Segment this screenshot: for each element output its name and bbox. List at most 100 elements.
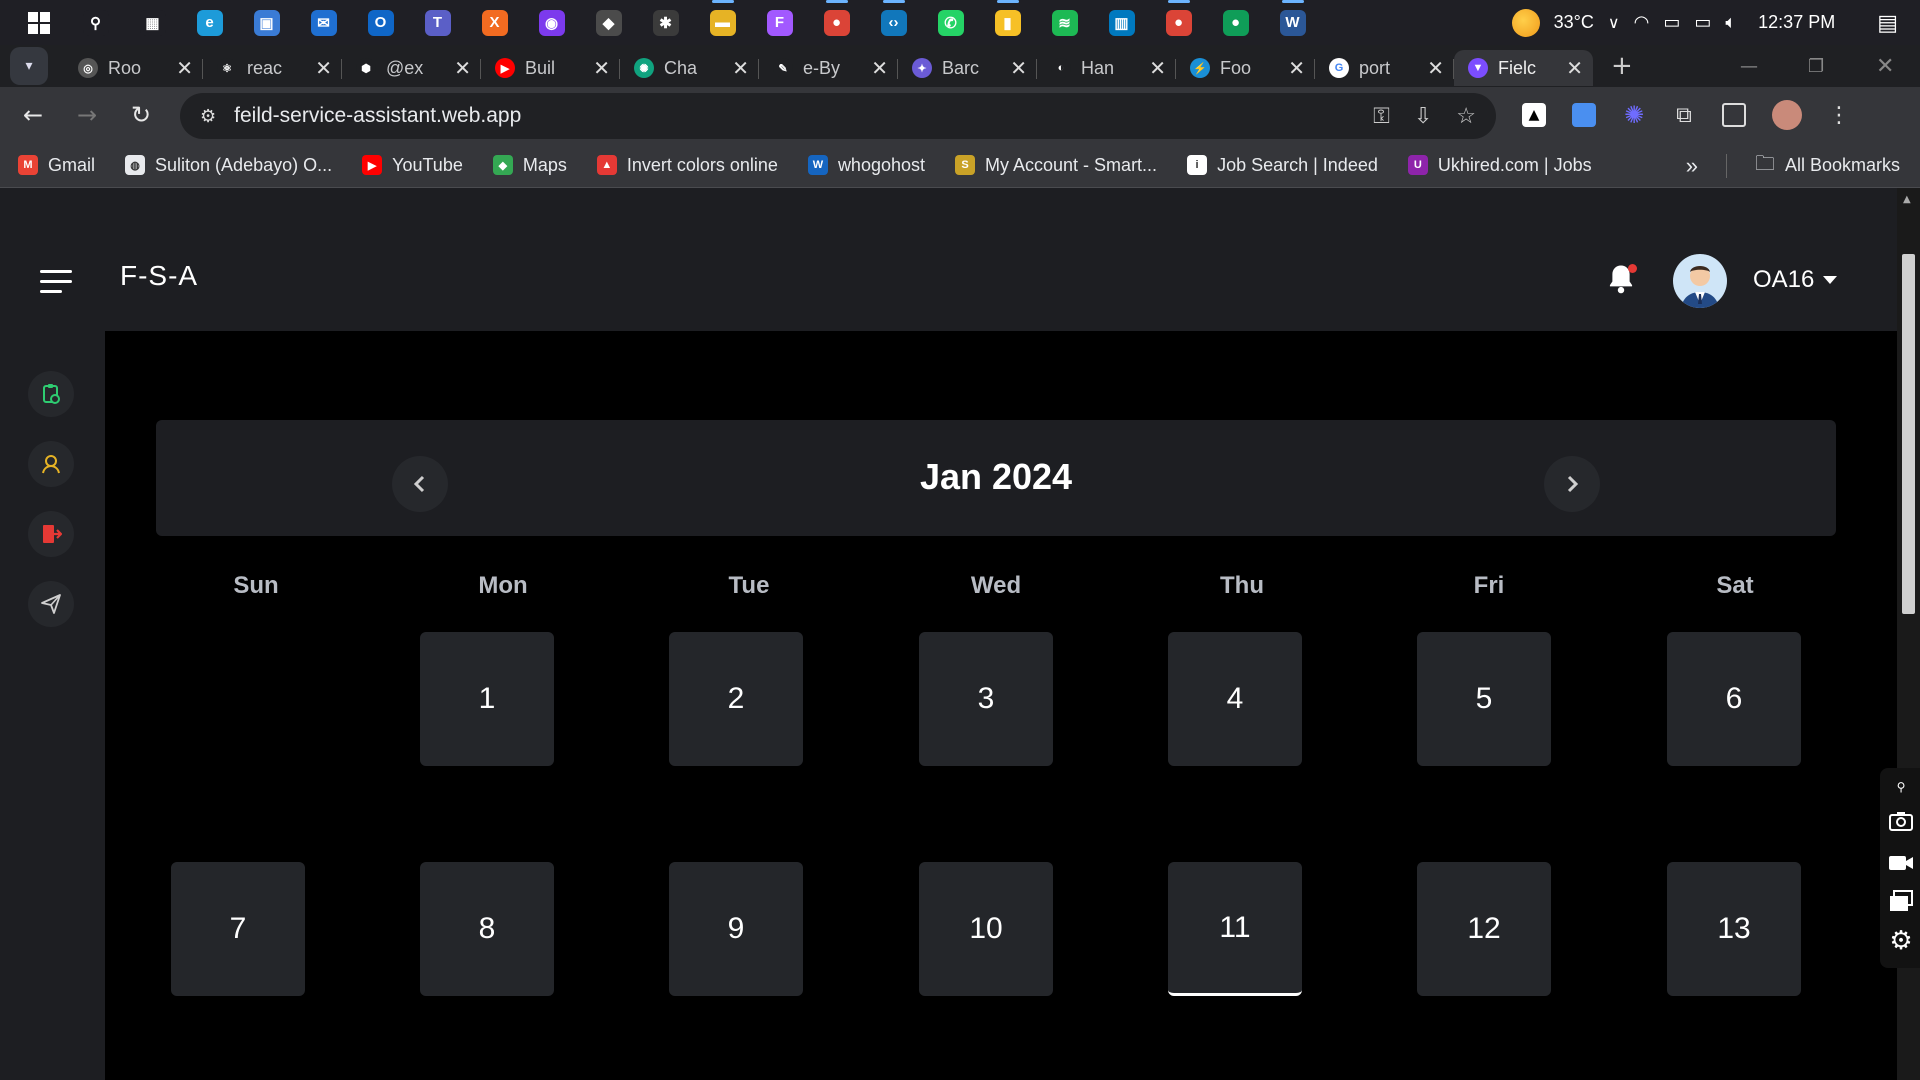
scroll-up-icon[interactable]: ▲ — [1903, 194, 1911, 205]
tab-close-icon[interactable]: ✕ — [1010, 56, 1027, 81]
browser-tab[interactable]: ⚛ reac ✕ — [203, 50, 342, 86]
taskbar-file-explorer-icon[interactable]: ▬ — [694, 0, 751, 45]
install-app-icon[interactable]: ⇩ — [1414, 103, 1432, 129]
tab-close-icon[interactable]: ✕ — [176, 56, 193, 81]
settings-gear-icon[interactable]: ⚙ — [1888, 926, 1914, 956]
sidebar-logout-icon[interactable] — [28, 511, 74, 557]
tab-search-button[interactable]: ▾ — [10, 47, 48, 85]
video-icon[interactable] — [1888, 850, 1914, 876]
calendar-day[interactable]: 12 — [1417, 862, 1551, 996]
scrollbar-thumb[interactable] — [1902, 254, 1915, 614]
calendar-day[interactable]: 9 — [669, 862, 803, 996]
sidebar-jobs-icon[interactable] — [28, 371, 74, 417]
minimize-icon[interactable]: — — [1740, 45, 1758, 87]
calendar-day[interactable]: 1 — [420, 632, 554, 766]
camera-icon[interactable] — [1888, 808, 1914, 834]
calendar-day[interactable]: 4 — [1168, 632, 1302, 766]
more-bookmarks-icon[interactable]: » — [1686, 153, 1698, 179]
browser-tab[interactable]: ⬢ @ex ✕ — [342, 50, 481, 86]
browser-tab[interactable]: ▼ Fielc ✕ — [1454, 50, 1593, 86]
extension-icon[interactable] — [1572, 103, 1596, 127]
all-bookmarks[interactable]: 🗀︎ All Bookmarks — [1755, 149, 1900, 183]
bookmark-item[interactable]: i Job Search | Indeed — [1187, 155, 1378, 176]
password-key-icon[interactable]: ⚿ — [1373, 103, 1390, 129]
bookmark-item[interactable]: M Gmail — [18, 155, 95, 176]
taskbar-git-icon[interactable]: ◆ — [580, 0, 637, 45]
tab-close-icon[interactable]: ✕ — [315, 56, 332, 81]
menu-icon[interactable] — [40, 270, 72, 300]
restore-icon[interactable]: ❐ — [1808, 45, 1824, 87]
volume-icon[interactable]: 🔈︎ — [1725, 12, 1736, 33]
calendar-day[interactable]: 8 — [420, 862, 554, 996]
username[interactable]: OA16 — [1753, 266, 1814, 294]
taskbar-teams-icon[interactable]: T — [409, 0, 466, 45]
notification-icon[interactable]: ▤ — [1877, 10, 1898, 36]
taskbar-figma-icon[interactable]: F — [751, 0, 808, 45]
calendar-day[interactable]: 10 — [919, 862, 1053, 996]
tab-close-icon[interactable]: ✕ — [871, 56, 888, 81]
user-avatar[interactable] — [1673, 254, 1727, 308]
taskbar-slack-icon[interactable]: ✱ — [637, 0, 694, 45]
calendar-day[interactable]: 6 — [1667, 632, 1801, 766]
reload-icon[interactable]: ↻ — [114, 101, 168, 129]
extension-icon[interactable]: ▲ — [1522, 103, 1546, 127]
sidebar-profile-icon[interactable] — [28, 441, 74, 487]
wifi-icon[interactable]: ◠ — [1634, 12, 1650, 33]
tab-close-icon[interactable]: ✕ — [1427, 56, 1444, 81]
tab-close-icon[interactable]: ✕ — [1149, 56, 1166, 81]
bookmark-item[interactable]: U Ukhired.com | Jobs — [1407, 155, 1592, 176]
browser-tab[interactable]: ◎ Roo ✕ — [64, 50, 203, 86]
tab-close-icon[interactable]: ✕ — [732, 56, 749, 81]
calendar-day[interactable]: 2 — [669, 632, 803, 766]
user-menu-caret-icon[interactable] — [1823, 276, 1837, 284]
browser-tab[interactable]: ✺ Cha ✕ — [620, 50, 759, 86]
clock[interactable]: 12:37 PM — [1758, 12, 1835, 33]
taskbar-xampp-icon[interactable]: X — [466, 0, 523, 45]
browser-tab[interactable]: ✦ Barc ✕ — [898, 50, 1037, 86]
close-window-icon[interactable]: ✕ — [1876, 45, 1894, 87]
app-brand[interactable]: F-S-A — [120, 260, 198, 292]
taskbar-task-view-icon[interactable]: ▦ — [124, 0, 181, 45]
bookmark-item[interactable]: ◍ Suliton (Adebayo) O... — [125, 155, 332, 176]
taskbar-trello-icon[interactable]: ▥ — [1093, 0, 1150, 45]
chevron-up-icon[interactable]: ∨ — [1608, 13, 1620, 33]
taskbar-vscode-icon[interactable]: ‹› — [865, 0, 922, 45]
taskbar-search-icon[interactable]: ⚲ — [67, 0, 124, 45]
taskbar-spotify-icon[interactable]: ≋ — [1036, 0, 1093, 45]
temperature[interactable]: 33°C — [1554, 12, 1594, 33]
tab-close-icon[interactable]: ✕ — [1288, 56, 1305, 81]
bookmark-item[interactable]: ▶ YouTube — [362, 155, 463, 176]
calendar-day-today[interactable]: 11 — [1168, 862, 1302, 996]
profile-avatar[interactable] — [1772, 100, 1802, 130]
calendar-day[interactable]: 7 — [171, 862, 305, 996]
taskbar-store-icon[interactable]: ▣ — [238, 0, 295, 45]
sidebar-send-icon[interactable] — [28, 581, 74, 627]
weather-icon[interactable] — [1511, 8, 1540, 37]
taskbar-whatsapp-icon[interactable]: ✆ — [922, 0, 979, 45]
bookmark-item[interactable]: ◆ Maps — [492, 155, 567, 176]
bookmark-item[interactable]: Wwhogohost — [807, 155, 925, 176]
taskbar-mail-icon[interactable]: ✉ — [295, 0, 352, 45]
more-menu-icon[interactable]: ⋮ — [1828, 103, 1850, 128]
extensions-puzzle-icon[interactable]: ⧉ — [1672, 103, 1696, 128]
taskbar-github-icon[interactable]: ◉ — [523, 0, 580, 45]
url-text[interactable]: feild-service-assistant.web.app — [234, 104, 521, 128]
address-bar[interactable]: ⚙ feild-service-assistant.web.app ⚿ ⇩ ☆ — [180, 93, 1496, 139]
browser-tab[interactable]: ✎ e-By ✕ — [759, 50, 898, 86]
calendar-day[interactable]: 13 — [1667, 862, 1801, 996]
side-panel-icon[interactable] — [1722, 103, 1746, 127]
tab-close-icon[interactable]: ✕ — [1566, 56, 1583, 81]
battery-icon[interactable]: ▭ — [1694, 12, 1711, 33]
site-settings-icon[interactable]: ⚙ — [200, 106, 216, 127]
bookmark-item[interactable]: S My Account - Smart... — [955, 155, 1157, 176]
taskbar-edge-icon[interactable]: e — [181, 0, 238, 45]
calendar-day[interactable]: 3 — [919, 632, 1053, 766]
tab-close-icon[interactable]: ✕ — [593, 56, 610, 81]
display-icon[interactable]: ▭ — [1663, 12, 1680, 33]
browser-tab[interactable]: Gport ✕ — [1315, 50, 1454, 86]
browser-tab[interactable]: ▶ Buil ✕ — [481, 50, 620, 86]
windows-icon[interactable] — [1888, 888, 1914, 914]
windows-start-icon[interactable] — [10, 0, 67, 45]
pin-icon[interactable]: ⚲ — [1888, 774, 1914, 800]
back-icon[interactable]: ← — [6, 101, 60, 129]
